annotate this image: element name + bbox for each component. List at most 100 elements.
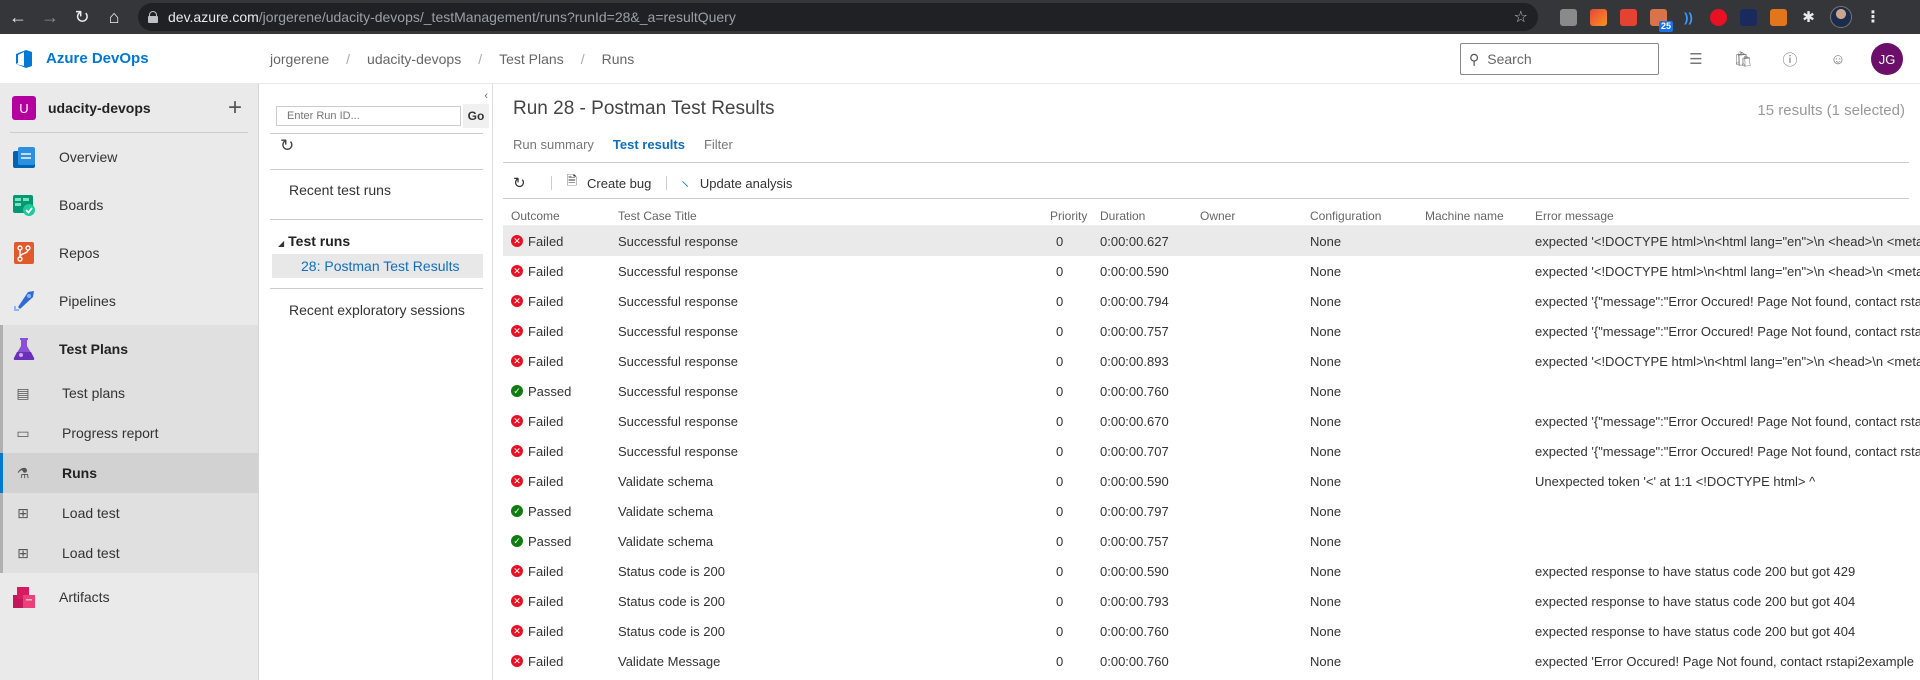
user-avatar[interactable]: JG — [1871, 43, 1903, 75]
repos-icon — [14, 242, 34, 264]
sub-item-progress-report[interactable]: ▭ Progress report — [3, 413, 258, 453]
user-settings-icon[interactable]: ☺ — [1828, 49, 1848, 69]
breadcrumb-project[interactable]: udacity-devops — [367, 51, 461, 67]
browser-profile-avatar[interactable] — [1830, 6, 1852, 28]
overview-icon — [13, 147, 35, 168]
nav-item-overview[interactable]: Overview — [0, 133, 258, 181]
nav-item-boards[interactable]: Boards — [0, 181, 258, 229]
tab-run-summary[interactable]: Run summary — [513, 137, 594, 152]
table-row[interactable]: ✕ Failed Successful response 0 0:00:00.670 No… — [503, 406, 1920, 436]
error-message-cell: expected 'Error Occured! Page Not found,… — [1535, 653, 1914, 669]
browser-menu-icon[interactable]: ⋮ — [1865, 7, 1881, 27]
outcome-text: Failed — [528, 593, 564, 609]
tab-filter[interactable]: Filter — [704, 137, 733, 152]
extension-metamask-icon[interactable] — [1770, 8, 1787, 26]
extensions-bar: 25 )) ✱ ⋮ — [1560, 4, 1881, 32]
tab-test-results[interactable]: Test results — [613, 137, 685, 152]
bookmark-star-icon[interactable]: ☆ — [1514, 7, 1528, 27]
extension-todoist-icon[interactable] — [1620, 8, 1637, 26]
address-bar[interactable]: dev.azure.com/jorgerene/udacity-devops/_… — [138, 3, 1538, 31]
sub-item-runs[interactable]: ⚗ Runs — [0, 453, 258, 493]
table-row[interactable]: ✓ Passed Validate schema 0 0:00:00.757 None — [503, 526, 1920, 556]
outcome-text: Failed — [528, 413, 564, 429]
nav-item-pipelines[interactable]: Pipelines — [0, 277, 258, 325]
test-case-title: Status code is 200 — [618, 563, 725, 579]
breadcrumb-org[interactable]: jorgerene — [270, 51, 329, 67]
table-row[interactable]: ✕ Failed Status code is 200 0 0:00:00.590 Non… — [503, 556, 1920, 586]
column-header-outcome[interactable]: Outcome — [503, 209, 618, 223]
table-row[interactable]: ✕ Failed Successful response 0 0:00:00.627 No… — [503, 226, 1920, 256]
column-header-error-message[interactable]: Error message — [1535, 209, 1920, 223]
sub-item-load-test[interactable]: ⊞ Load test — [3, 493, 258, 533]
test-runs-header[interactable]: ◢ Test runs — [278, 233, 350, 249]
work-items-list-icon[interactable]: ☰ — [1686, 49, 1706, 69]
sub-item-test-plans[interactable]: ▤ Test plans — [3, 373, 258, 413]
column-header-title[interactable]: Test Case Title — [618, 209, 1050, 223]
breadcrumb-test-plans[interactable]: Test Plans — [499, 51, 564, 67]
table-row[interactable]: ✕ Failed Status code is 200 0 0:00:00.793 Non… — [503, 586, 1920, 616]
extension-adblock-icon[interactable] — [1710, 8, 1727, 26]
failed-x-icon: ✕ — [511, 355, 523, 367]
selected-run-item[interactable]: 28: Postman Test Results — [272, 254, 483, 278]
column-header-configuration[interactable]: Configuration — [1310, 209, 1425, 223]
forward-button[interactable]: → — [36, 3, 64, 31]
sub-item-load-test[interactable]: ⊞ Load test — [3, 533, 258, 573]
test-runs-label: Test runs — [288, 233, 351, 249]
run-id-input[interactable] — [276, 106, 461, 126]
create-bug-button[interactable]: 🗎 Create bug — [567, 172, 652, 194]
update-analysis-button[interactable]: ⎯ Update analysis — [677, 174, 793, 191]
extension-wave-icon[interactable]: )) — [1680, 9, 1697, 26]
table-row[interactable]: ✓ Passed Validate schema 0 0:00:00.797 None — [503, 496, 1920, 526]
recent-exploratory-sessions-link[interactable]: Recent exploratory sessions — [289, 302, 465, 318]
nav-label: Artifacts — [59, 589, 110, 605]
marketplace-bag-icon[interactable]: 🛍 — [1733, 49, 1753, 69]
column-header-duration[interactable]: Duration — [1100, 209, 1200, 223]
extension-office-icon[interactable] — [1590, 8, 1607, 26]
table-row[interactable]: ✕ Failed Successful response 0 0:00:00.893 No… — [503, 346, 1920, 376]
collapse-pane-chevron-icon[interactable]: ‹ — [484, 90, 488, 102]
table-row[interactable]: ✕ Failed Successful response 0 0:00:00.590 No… — [503, 256, 1920, 286]
failed-x-icon: ✕ — [511, 295, 523, 307]
extension-calendar-icon[interactable]: 25 — [1650, 8, 1673, 32]
add-icon[interactable]: + — [228, 94, 242, 122]
divider — [503, 198, 1909, 199]
column-header-priority[interactable]: Priority — [1050, 209, 1100, 223]
table-row[interactable]: ✕ Failed Validate Message 0 0:00:00.760 None e… — [503, 646, 1920, 676]
nav-item-test-plans[interactable]: Test Plans — [3, 325, 258, 373]
refresh-icon[interactable]: ↻ — [280, 136, 294, 156]
home-button[interactable]: ⌂ — [100, 3, 128, 31]
priority-cell: 0 — [1056, 593, 1064, 609]
outcome-cell: ✕ Failed — [503, 264, 618, 279]
reload-button[interactable]: ↻ — [68, 3, 96, 31]
nav-item-artifacts[interactable]: Artifacts — [0, 573, 258, 621]
configuration-cell: None — [1310, 653, 1342, 669]
table-row[interactable]: ✕ Failed Successful response 0 0:00:00.757 No… — [503, 316, 1920, 346]
table-row[interactable]: ✓ Passed Successful response 0 0:00:00.760 No… — [503, 376, 1920, 406]
table-row[interactable]: ✕ Failed Successful response 0 0:00:00.707 No… — [503, 436, 1920, 466]
column-header-owner[interactable]: Owner — [1200, 209, 1310, 223]
go-button[interactable]: Go — [463, 104, 489, 128]
table-row[interactable]: ✕ Failed Successful response 0 0:00:00.794 No… — [503, 286, 1920, 316]
failed-x-icon: ✕ — [511, 625, 523, 637]
azure-devops-logo[interactable]: Azure DevOps — [14, 49, 149, 69]
priority-cell: 0 — [1056, 323, 1064, 339]
breadcrumb-runs[interactable]: Runs — [602, 51, 635, 67]
error-message-cell: Unexpected token '<' at 1:1 <!DOCTYPE ht… — [1535, 473, 1816, 489]
nav-label: Overview — [59, 149, 118, 165]
help-icon[interactable]: ⓘ — [1780, 49, 1800, 69]
extension-hh-icon[interactable] — [1740, 8, 1757, 26]
search-input[interactable]: ⚲ Search — [1460, 43, 1659, 75]
extension-shield-icon[interactable] — [1560, 8, 1577, 26]
extensions-puzzle-icon[interactable]: ✱ — [1800, 9, 1817, 26]
project-header[interactable]: U udacity-devops + — [0, 84, 258, 132]
nav-item-repos[interactable]: Repos — [0, 229, 258, 277]
recent-test-runs-link[interactable]: Recent test runs — [289, 182, 391, 198]
column-header-machine-name[interactable]: Machine name — [1425, 209, 1535, 223]
back-button[interactable]: ← — [4, 3, 32, 31]
update-analysis-label: Update analysis — [699, 175, 793, 191]
table-row[interactable]: ✕ Failed Validate schema 0 0:00:00.590 None Un… — [503, 466, 1920, 496]
grid-body: ✕ Failed Successful response 0 0:00:00.627 No… — [503, 226, 1920, 676]
table-row[interactable]: ✕ Failed Status code is 200 0 0:00:00.760 Non… — [503, 616, 1920, 646]
passed-check-icon: ✓ — [511, 385, 523, 397]
refresh-icon[interactable]: ↻ — [513, 174, 526, 192]
